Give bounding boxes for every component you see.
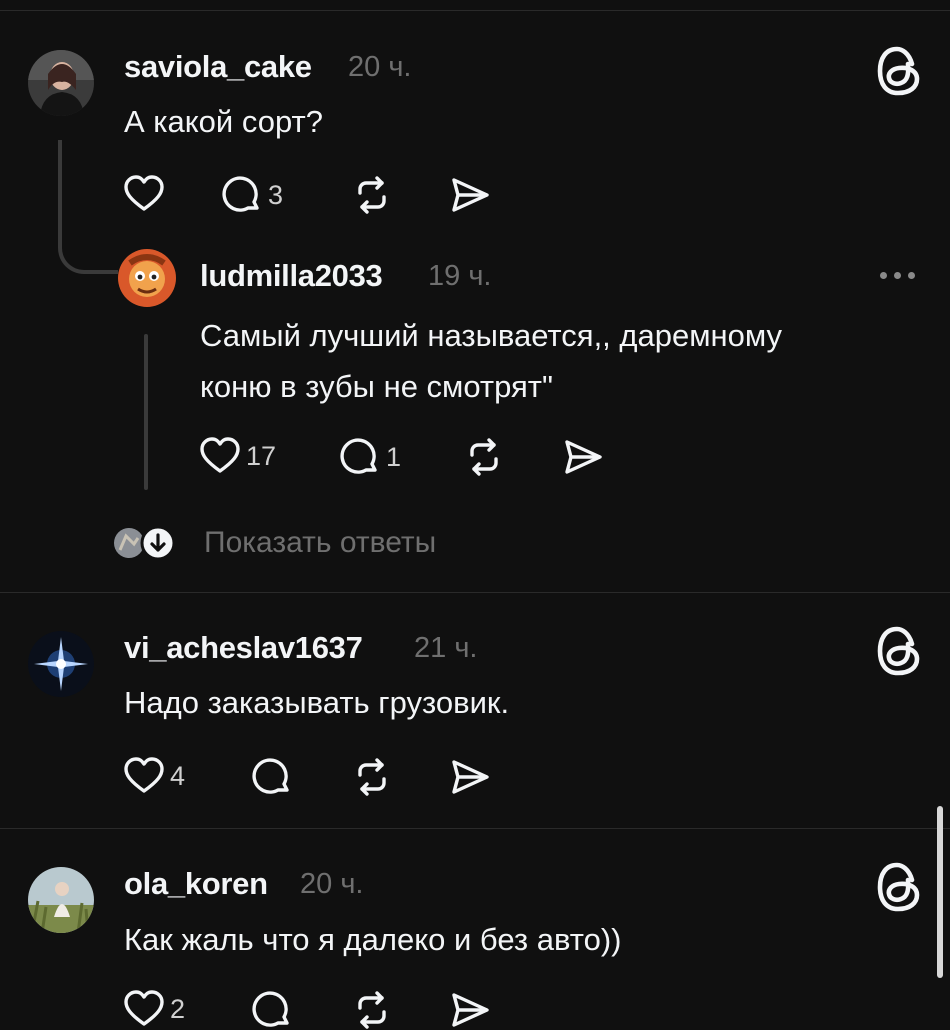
send-icon bbox=[563, 437, 603, 477]
comment-icon bbox=[340, 437, 380, 477]
heart-icon bbox=[124, 757, 164, 795]
reply-reply-button[interactable]: 1 bbox=[340, 437, 401, 477]
reply-like-count: 17 bbox=[246, 440, 277, 471]
comment-icon bbox=[222, 175, 262, 215]
comment-icon bbox=[252, 990, 292, 1030]
share-button[interactable] bbox=[450, 175, 490, 215]
reply-button[interactable] bbox=[252, 990, 292, 1030]
send-icon bbox=[450, 990, 490, 1030]
threads-logo-icon[interactable] bbox=[876, 626, 922, 681]
heart-icon bbox=[124, 990, 164, 1028]
timestamp: 21 ч. bbox=[414, 632, 478, 664]
reply-button[interactable] bbox=[252, 757, 292, 797]
repost-icon bbox=[464, 437, 504, 477]
reply-thread-line bbox=[144, 334, 148, 490]
avatar[interactable] bbox=[28, 631, 94, 697]
repost-button[interactable] bbox=[352, 757, 392, 797]
heart-icon bbox=[124, 175, 164, 213]
send-icon bbox=[450, 757, 490, 797]
reply-like-button[interactable]: 17 bbox=[200, 437, 276, 475]
comment-icon bbox=[252, 757, 292, 797]
scrollbar[interactable] bbox=[937, 806, 943, 978]
like-button[interactable]: 4 bbox=[124, 757, 185, 795]
reply-share-button[interactable] bbox=[563, 437, 603, 477]
repost-icon bbox=[352, 757, 392, 797]
username[interactable]: ola_koren bbox=[124, 866, 268, 902]
comment-text: А какой сорт? bbox=[124, 104, 323, 139]
threads-logo-icon[interactable] bbox=[876, 862, 922, 917]
show-replies-link[interactable]: Показать ответы bbox=[204, 526, 436, 560]
like-button[interactable]: 2 bbox=[124, 990, 185, 1028]
repost-icon bbox=[352, 990, 392, 1030]
repost-button[interactable] bbox=[352, 990, 392, 1030]
send-icon bbox=[450, 175, 490, 215]
reply-username[interactable]: ludmilla2033 bbox=[200, 258, 383, 294]
reply-text-line-2: коню в зубы не смотрят" bbox=[200, 369, 554, 404]
comment-text: Надо заказывать грузовик. bbox=[124, 685, 510, 720]
heart-icon bbox=[200, 437, 240, 475]
avatar[interactable] bbox=[28, 867, 94, 933]
top-divider bbox=[0, 10, 950, 11]
like-count: 4 bbox=[170, 760, 186, 791]
like-count: 2 bbox=[170, 993, 186, 1024]
avatar[interactable] bbox=[28, 50, 94, 116]
reply-avatar[interactable] bbox=[118, 249, 176, 307]
reply-count: 3 bbox=[268, 179, 284, 210]
like-button[interactable] bbox=[124, 175, 170, 213]
reply-text-line-1: Самый лучший называется,, даремному bbox=[200, 318, 783, 353]
reply-timestamp: 19 ч. bbox=[428, 260, 492, 292]
thread-connector bbox=[58, 140, 118, 274]
timestamp: 20 ч. bbox=[300, 868, 364, 900]
reply-reply-count: 1 bbox=[386, 441, 402, 472]
comment-divider bbox=[0, 828, 950, 829]
reply-button[interactable]: 3 bbox=[222, 175, 283, 215]
more-dots-icon[interactable] bbox=[880, 272, 915, 279]
timestamp: 20 ч. bbox=[348, 51, 412, 83]
username[interactable]: vi_acheslav1637 bbox=[124, 630, 363, 666]
comment-text: Как жаль что я далеко и без авто)) bbox=[124, 922, 622, 957]
comment-divider bbox=[0, 592, 950, 593]
share-button[interactable] bbox=[450, 757, 490, 797]
share-button[interactable] bbox=[450, 990, 490, 1030]
repost-icon bbox=[352, 175, 392, 215]
show-replies-avatars[interactable] bbox=[112, 525, 178, 561]
repost-button[interactable] bbox=[352, 175, 392, 215]
username[interactable]: saviola_cake bbox=[124, 49, 312, 85]
reply-repost-button[interactable] bbox=[464, 437, 504, 477]
threads-logo-icon[interactable] bbox=[876, 46, 922, 101]
